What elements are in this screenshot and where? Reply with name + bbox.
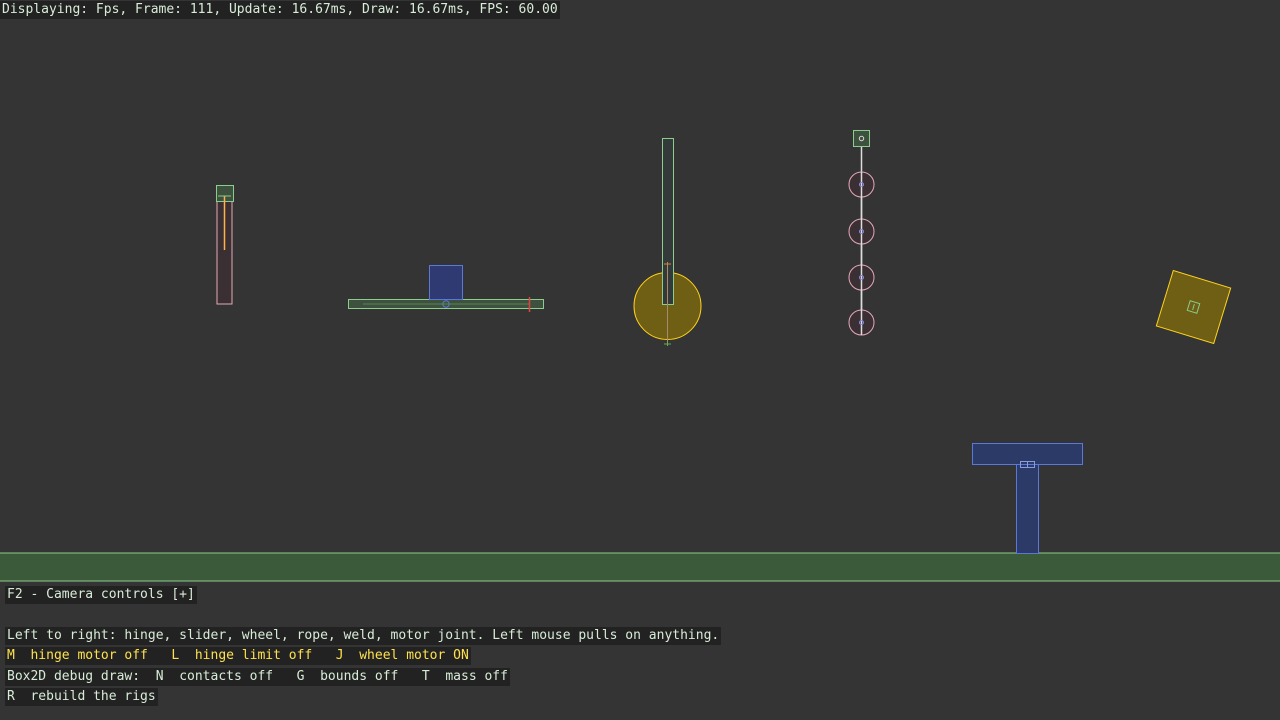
help-description: Left to right: hinge, slider, wheel, rop… xyxy=(5,627,722,645)
rebuild-text: rebuild the rigs xyxy=(30,689,156,704)
slider-block[interactable] xyxy=(429,265,463,300)
key-l: L xyxy=(171,648,180,663)
hinge-motor-status: hinge motor off xyxy=(30,648,148,663)
bounds-status: bounds off xyxy=(320,669,399,684)
hinge-limit-status: hinge limit off xyxy=(194,648,313,663)
key-n: N xyxy=(155,669,164,684)
rope-anchor[interactable] xyxy=(853,130,870,147)
debug-keys-line: Box2D debug draw: N contacts off G bound… xyxy=(5,668,510,686)
physics-canvas[interactable] xyxy=(0,0,1280,720)
motor-rig[interactable] xyxy=(1155,269,1232,345)
camera-controls-toggle[interactable]: F2 - Camera controls [+] xyxy=(5,586,197,604)
motor-keys-line: M hinge motor off L hinge limit off J wh… xyxy=(5,647,471,665)
key-g: G xyxy=(296,669,305,684)
mass-status: mass off xyxy=(445,669,508,684)
status-bar: Displaying: Fps, Frame: 111, Update: 16.… xyxy=(0,1,560,19)
contacts-status: contacts off xyxy=(179,669,274,684)
key-t: T xyxy=(421,669,430,684)
key-r: R xyxy=(7,689,15,704)
weld-post[interactable] xyxy=(1016,464,1039,554)
debug-keys-row: Box2D debug draw: N contacts off G bound… xyxy=(5,668,510,686)
weld-rig[interactable] xyxy=(972,443,1083,554)
debug-prefix: Box2D debug draw: xyxy=(7,669,141,684)
motor-keys-row: M hinge motor off L hinge limit off J wh… xyxy=(5,647,471,665)
key-j: J xyxy=(335,648,344,663)
hinge-rig[interactable] xyxy=(216,185,234,305)
wheel-motor-status: wheel motor ON xyxy=(359,648,469,663)
key-m: M xyxy=(7,648,15,663)
wheel-rig[interactable] xyxy=(633,138,702,347)
rebuild-line: R rebuild the rigs xyxy=(5,688,158,706)
slider-rig[interactable] xyxy=(348,265,544,313)
rebuild-row: R rebuild the rigs xyxy=(5,688,158,706)
rope-rig[interactable] xyxy=(848,130,875,336)
ground-body[interactable] xyxy=(0,552,1280,582)
